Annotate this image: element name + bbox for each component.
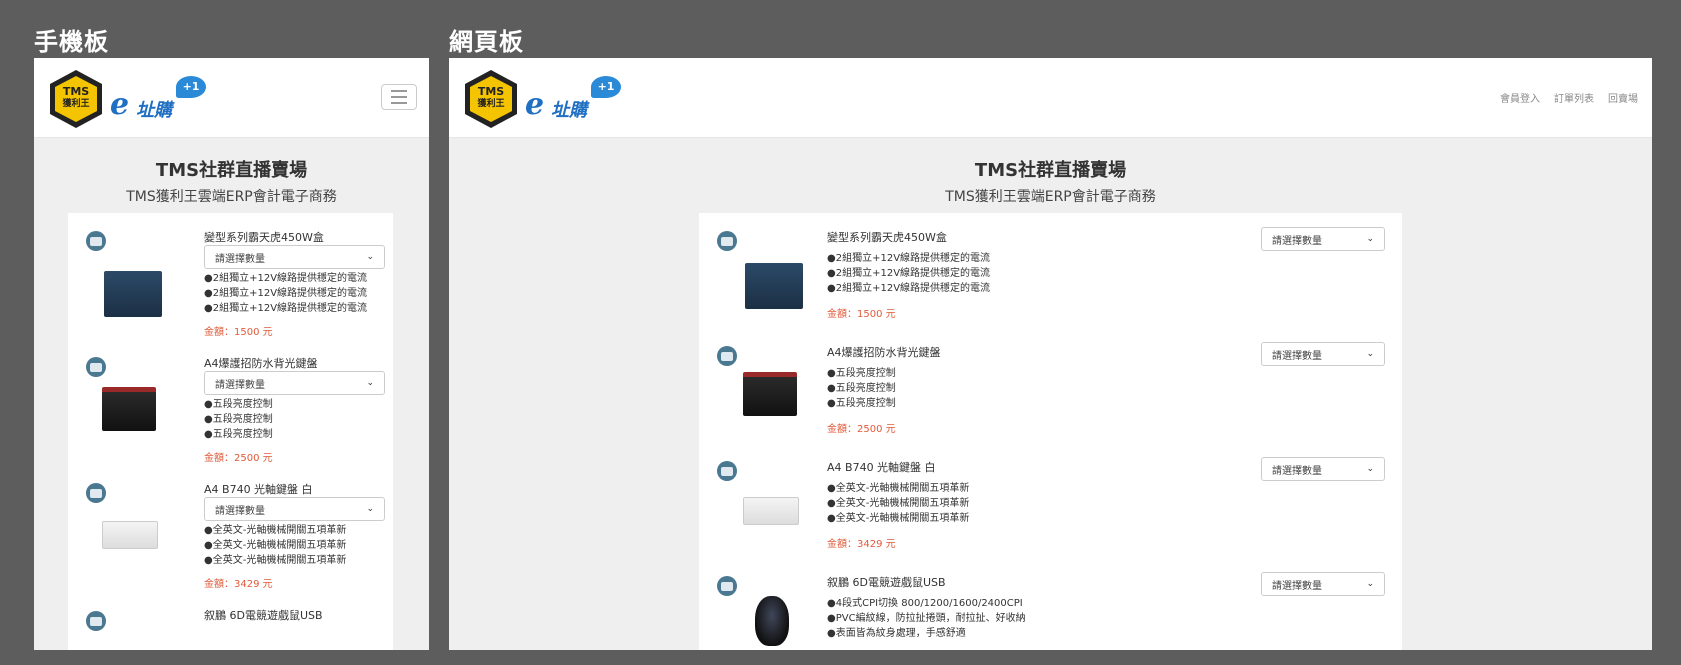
product-name: A4 B740 光軸鍵盤 白 xyxy=(827,461,936,474)
top-nav: 會員登入 訂單列表 回賣場 xyxy=(1500,90,1638,105)
quantity-select[interactable]: 請選擇數量 ⌄ xyxy=(204,245,385,269)
image-icon xyxy=(717,231,737,251)
hex-line1: TMS xyxy=(62,85,90,98)
product-image xyxy=(743,497,799,525)
quantity-select[interactable]: 請選擇數量 ⌄ xyxy=(1261,342,1385,366)
hero: TMS社群直播賣場 TMS獲利王雲端ERP會計電子商務 xyxy=(34,138,429,206)
chevron-down-icon: ⌄ xyxy=(366,504,374,514)
quantity-select[interactable]: 請選擇數量 ⌄ xyxy=(204,371,385,395)
hex-line2: 獲利王 xyxy=(477,99,505,109)
page-title: TMS社群直播賣場 xyxy=(974,160,1127,181)
nav-order-list[interactable]: 訂單列表 xyxy=(1554,90,1594,105)
hex-line2: 獲利王 xyxy=(62,99,90,109)
product-features: ●全英文-光軸機械開關五項革新 ●全英文-光軸機械開關五項革新 ●全英文-光軸機械開… xyxy=(204,525,347,566)
page-subtitle: TMS獲利王雲端ERP會計電子商務 xyxy=(126,189,337,205)
quantity-select[interactable]: 請選擇數量 ⌄ xyxy=(1261,227,1385,251)
image-icon xyxy=(86,611,106,631)
chevron-down-icon: ⌄ xyxy=(1366,579,1374,589)
product-name: A4爆護招防水背光鍵盤 xyxy=(204,357,318,370)
hex-line1: TMS xyxy=(477,85,505,98)
product-price: 金額：3429 元 xyxy=(204,579,273,590)
quantity-select[interactable]: 請選擇數量 ⌄ xyxy=(1261,572,1385,596)
product-image xyxy=(755,596,789,646)
plus-one-bubble-icon: +1 xyxy=(591,76,621,98)
product-features: ●2組獨立+12V線路提供穩定的電流 ●2組獨立+12V線路提供穩定的電流 ●2組獨… xyxy=(827,253,991,294)
plus-one-bubble-icon: +1 xyxy=(176,76,206,98)
product-features: ●全英文-光軸機械開關五項革新 ●全英文-光軸機械開關五項革新 ●全英文-光軸機械開… xyxy=(827,483,970,524)
product-features: ●五段亮度控制 ●五段亮度控制 ●五段亮度控制 xyxy=(827,368,896,409)
page-subtitle: TMS獲利王雲端ERP會計電子商務 xyxy=(945,189,1156,205)
site-logo[interactable]: TMS 獲利王 e 址購 +1 xyxy=(463,68,621,130)
product-price: 金額：2500 元 xyxy=(204,453,273,464)
nav-member-login[interactable]: 會員登入 xyxy=(1500,90,1540,105)
product-price: 金額：3429 元 xyxy=(827,539,896,550)
product-name: 變型系列霸天虎450W盒 xyxy=(204,231,324,244)
brand-e: e xyxy=(110,87,130,122)
image-icon xyxy=(86,357,106,377)
product-features: ●2組獨立+12V線路提供穩定的電流 ●2組獨立+12V線路提供穩定的電流 ●2組獨… xyxy=(204,273,368,314)
product-image xyxy=(102,387,156,431)
chevron-down-icon: ⌄ xyxy=(1366,464,1374,474)
menu-toggle-button[interactable] xyxy=(381,84,417,110)
brand-e: e xyxy=(525,87,545,122)
product-image xyxy=(102,521,158,549)
nav-back-to-store[interactable]: 回賣場 xyxy=(1608,90,1638,105)
product-name: A4爆護招防水背光鍵盤 xyxy=(827,346,941,359)
product-name: A4 B740 光軸鍵盤 白 xyxy=(204,483,313,496)
mobile-header: TMS 獲利王 e 址購 +1 xyxy=(34,58,429,138)
image-icon xyxy=(717,461,737,481)
image-icon xyxy=(86,483,106,503)
mobile-frame: TMS 獲利王 e 址購 +1 TMS社群直播賣場 TMS獲利王雲端ERP會計電子… xyxy=(34,58,429,650)
brand-text: 址購 xyxy=(551,100,587,121)
product-list: 變型系列霸天虎450W盒 ●2組獨立+12V線路提供穩定的電流 ●2組獨立+12V… xyxy=(699,213,1402,650)
image-icon xyxy=(717,576,737,596)
product-list: 變型系列霸天虎450W盒 請選擇數量 ⌄ ●2組獨立+12V線路提供穩定的電流 ●2… xyxy=(68,213,393,650)
product-name: 叙鵬 6D電競遊戲鼠USB xyxy=(827,576,946,589)
quantity-select[interactable]: 請選擇數量 ⌄ xyxy=(1261,457,1385,481)
chevron-down-icon: ⌄ xyxy=(366,252,374,262)
chevron-down-icon: ⌄ xyxy=(366,378,374,388)
quantity-select[interactable]: 請選擇數量 ⌄ xyxy=(204,497,385,521)
product-image xyxy=(745,263,803,309)
image-icon xyxy=(86,231,106,251)
desktop-header: TMS 獲利王 e 址購 +1 會員登入 訂單列表 回賣場 xyxy=(449,58,1652,138)
image-icon xyxy=(717,346,737,366)
product-features: ●4段式CPI切換 800/1200/1600/2400CPI ●PVC編紋線，防… xyxy=(827,598,1026,639)
product-name: 變型系列霸天虎450W盒 xyxy=(827,231,947,244)
hero: TMS社群直播賣場 TMS獲利王雲端ERP會計電子商務 xyxy=(449,138,1652,206)
tms-hex-logo-icon: TMS 獲利王 xyxy=(48,68,104,130)
product-name: 叙鵬 6D電競遊戲鼠USB xyxy=(204,609,323,622)
product-image xyxy=(104,271,162,317)
product-price: 金額：1500 元 xyxy=(827,309,896,320)
desktop-label: 網頁板 xyxy=(449,28,524,56)
product-price: 金額：2500 元 xyxy=(827,424,896,435)
site-logo[interactable]: TMS 獲利王 e 址購 +1 xyxy=(48,68,206,130)
product-image xyxy=(743,372,797,416)
chevron-down-icon: ⌄ xyxy=(1366,234,1374,244)
chevron-down-icon: ⌄ xyxy=(1366,349,1374,359)
product-features: ●五段亮度控制 ●五段亮度控制 ●五段亮度控制 xyxy=(204,399,273,440)
page-title: TMS社群直播賣場 xyxy=(155,160,308,181)
desktop-frame: TMS 獲利王 e 址購 +1 會員登入 訂單列表 回賣場 TMS社群直播賣場 T… xyxy=(449,58,1652,650)
product-price: 金額：1500 元 xyxy=(204,327,273,338)
mobile-label: 手機板 xyxy=(34,28,109,56)
tms-hex-logo-icon: TMS 獲利王 xyxy=(463,68,519,130)
brand-text: 址購 xyxy=(136,100,172,121)
brand-wordmark: e 址購 +1 xyxy=(110,74,206,124)
brand-wordmark: e 址購 +1 xyxy=(525,74,621,124)
